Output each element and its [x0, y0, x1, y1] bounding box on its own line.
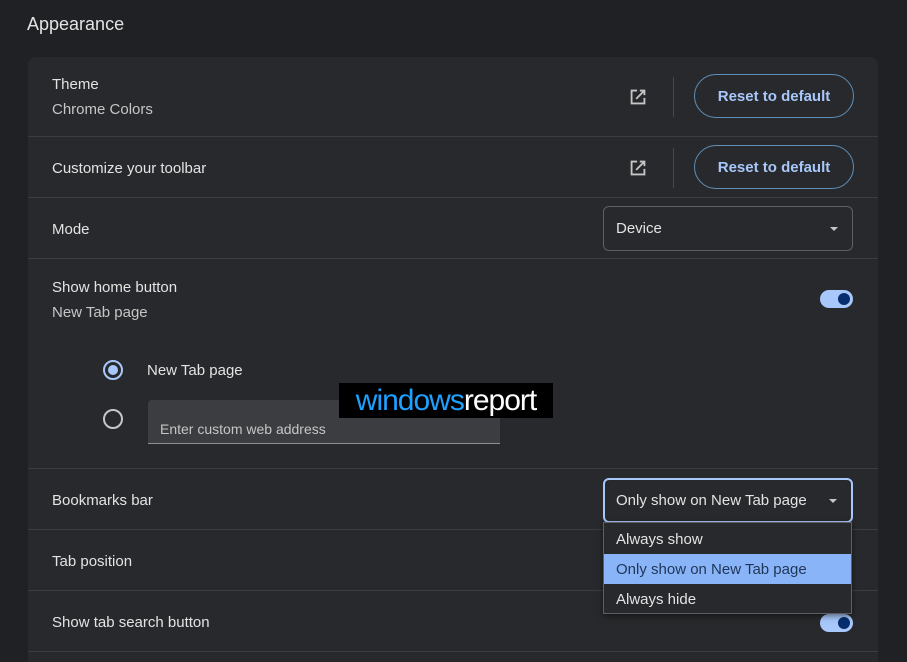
theme-row[interactable]: Theme Chrome Colors Reset to default — [28, 57, 878, 137]
radio-custom-address[interactable] — [103, 409, 123, 429]
theme-value: Chrome Colors — [52, 101, 153, 118]
tab-position-label: Tab position — [52, 553, 133, 570]
customize-toolbar-label: Customize your toolbar — [52, 160, 207, 177]
bookmarks-bar-select-value: Only show on New Tab page — [616, 492, 807, 509]
toggle-knob — [838, 617, 850, 629]
menu-item-always-hide[interactable]: Always hide — [604, 584, 851, 614]
vertical-divider — [673, 77, 674, 117]
radio-dot — [108, 365, 118, 375]
radio-new-tab-page[interactable] — [103, 360, 123, 380]
toolbar-reset-button[interactable]: Reset to default — [694, 145, 854, 189]
radio-new-tab-page-label[interactable]: New Tab page — [147, 362, 243, 379]
bookmarks-bar-label: Bookmarks bar — [52, 492, 153, 509]
show-home-button-label: Show home button — [52, 279, 178, 296]
mode-select[interactable]: Device — [603, 206, 853, 251]
show-home-button-sublabel: New Tab page — [52, 304, 148, 321]
customize-toolbar-row[interactable]: Customize your toolbar Reset to default — [28, 136, 878, 198]
mode-label: Mode — [52, 221, 90, 238]
open-in-new-icon[interactable] — [627, 157, 649, 179]
vertical-divider — [673, 148, 674, 188]
menu-item-only-new-tab[interactable]: Only show on New Tab page — [604, 554, 851, 584]
bookmarks-bar-dropdown-menu: Always show Only show on New Tab page Al… — [603, 522, 852, 614]
bookmarks-bar-row: Bookmarks bar Only show on New Tab page — [28, 468, 878, 530]
mode-select-value: Device — [616, 220, 662, 237]
windowsreport-watermark: windows report — [339, 383, 553, 418]
theme-reset-button[interactable]: Reset to default — [694, 74, 854, 118]
menu-item-always-show[interactable]: Always show — [604, 524, 851, 554]
caret-down-icon — [830, 226, 838, 231]
open-in-new-icon[interactable] — [627, 86, 649, 108]
mode-row: Mode Device — [28, 197, 878, 259]
caret-down-icon — [829, 498, 837, 503]
watermark-part1: windows — [355, 383, 465, 417]
bookmarks-bar-select[interactable]: Only show on New Tab page — [603, 478, 853, 523]
section-title: Appearance — [27, 14, 125, 34]
show-home-button-row: Show home button New Tab page New Tab pa… — [28, 258, 878, 469]
theme-label: Theme — [52, 76, 99, 93]
tab-search-label: Show tab search button — [52, 614, 210, 631]
toggle-knob — [838, 293, 850, 305]
tab-search-toggle[interactable] — [820, 614, 853, 632]
next-row — [28, 651, 878, 662]
show-home-button-toggle[interactable] — [820, 290, 853, 308]
watermark-part2: report — [463, 383, 537, 417]
